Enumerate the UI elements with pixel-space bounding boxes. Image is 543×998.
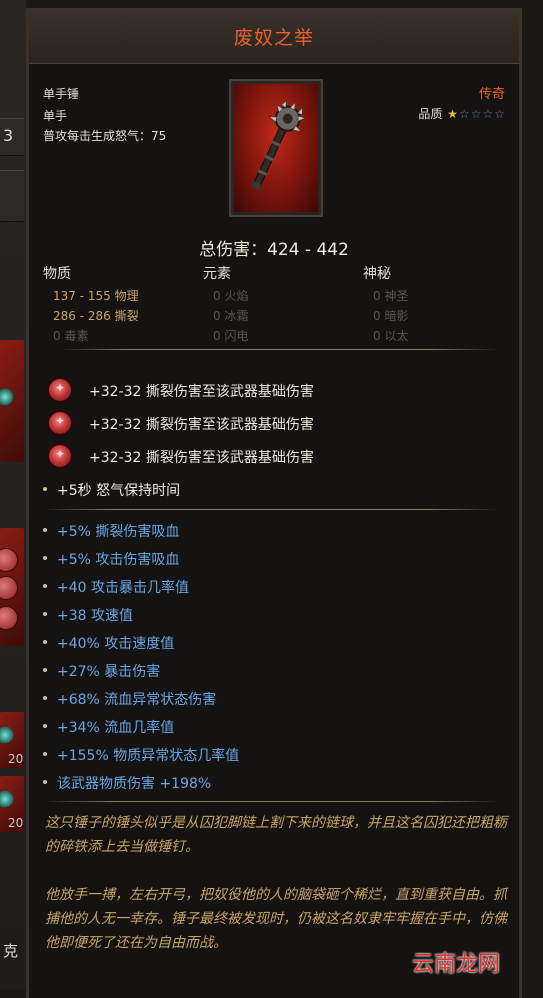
affix-line: 该武器物质伤害 +198% [57,776,212,792]
lore-paragraph-2: 他放手一搏，左右开弓，把奴役他的人的脑袋砸个稀烂，直到重获自由。抓捕他的人无一幸… [45,887,507,951]
damage-frost-row: 0 冰霜 [213,307,248,324]
star-empty-icon: ☆ [458,107,470,121]
damage-label: 毒素 [64,329,89,343]
damage-label: 神圣 [384,289,409,303]
damage-value: 0 [213,309,221,323]
bullet-icon [43,640,47,644]
damage-label: 冰霜 [224,309,249,323]
item-handedness: 单手 [43,109,68,123]
rage-generation: 普攻每击生成怒气：75 [43,129,167,143]
affix-line: +68% 流血异常状态伤害 [57,692,217,708]
affix-line: +34% 流血几率值 [57,720,175,736]
star-empty-icon: ☆ [470,107,482,121]
damage-header-physical: 物质 [43,266,71,282]
damage-label: 撕裂 [114,309,139,323]
inventory-slot[interactable] [0,170,24,222]
damage-value: 0 [213,289,221,303]
rage-duration-bonus: +5秒 怒气保持时间 [57,483,181,499]
item-quality: 品质 ★☆☆☆☆ [418,105,505,122]
total-damage: 总伤害：424 - 442 [199,240,349,260]
divider [43,509,499,510]
ruby-gem-icon [47,377,73,403]
damage-value: 286 - 286 [53,309,111,323]
damage-label: 闪电 [224,329,249,343]
damage-shadow-row: 0 暗影 [373,307,408,324]
bullet-icon [43,487,47,491]
slot-count: 3 [3,126,14,145]
bullet-icon [43,752,47,756]
damage-holy-row: 0 神圣 [373,287,408,304]
damage-physical-row: 137 - 155 物理 [53,287,139,304]
damage-header-arcane: 神秘 [363,266,391,282]
quality-label: 品质 [418,107,443,121]
affix-line: +40% 攻击速度值 [57,636,175,652]
lore-paragraph-1: 这只锤子的锤头似乎是从囚犯脚链上割下来的链球，并且这名囚犯还把粗粝的碎铁添上去当… [45,815,507,855]
affix-line: +27% 暴击伤害 [57,664,161,680]
bullet-icon [43,696,47,700]
gem-effect: +32-32 撕裂伤害至该武器基础伤害 [89,417,314,433]
affix-line: +38 攻速值 [57,608,133,624]
bullet-icon [43,668,47,672]
bullet-icon [43,724,47,728]
weapon-image-frame [229,79,323,217]
item-tooltip: 废奴之举 单手锤 单手 普攻每击生成怒气：75 传奇 品质 ★☆☆☆☆ 总伤害：… [26,8,522,998]
gem-effect: +32-32 撕裂伤害至该武器基础伤害 [89,384,314,400]
quality-stars: ★☆☆☆☆ [446,107,505,121]
damage-aether-row: 0 以太 [373,327,408,344]
star-filled-icon: ★ [447,107,458,121]
ruby-gem-icon [47,443,73,469]
item-title: 废奴之举 [233,27,314,49]
bullet-icon [43,612,47,616]
damage-label: 暗影 [384,309,409,323]
affix-line: +40 攻击暴击几率值 [57,580,189,596]
divider [43,801,499,802]
mace-icon [251,99,306,190]
slot-level: 20 [8,752,24,766]
star-empty-icon: ☆ [494,107,505,121]
damage-value: 137 - 155 [53,289,111,303]
bullet-icon [43,780,47,784]
watermark: 云南龙网 [412,952,501,977]
damage-label: 物理 [114,289,139,303]
star-empty-icon: ☆ [482,107,494,121]
bullet-icon [43,584,47,588]
divider [59,349,499,350]
bullet-icon [43,528,47,532]
damage-value: 0 [213,329,221,343]
slot-level: 20 [8,816,24,830]
damage-label: 火焰 [224,289,249,303]
damage-value: 0 [373,329,381,343]
item-type: 单手锤 [43,87,80,101]
weapon-image [234,84,318,212]
damage-value: 0 [373,309,381,323]
gem-effect: +32-32 撕裂伤害至该武器基础伤害 [89,450,314,466]
item-rarity: 传奇 [478,87,505,102]
affix-line: +5% 撕裂伤害吸血 [57,524,180,540]
damage-fire-row: 0 火焰 [213,287,248,304]
ruby-gem-icon [47,410,73,436]
damage-poison-row: 0 毒素 [53,327,88,344]
damage-header-elemental: 元素 [203,266,231,282]
background-text: 克 [3,942,19,960]
affix-line: +155% 物质异常状态几率值 [57,748,240,764]
background-inventory-strip: 3 20 20 克 [0,0,26,990]
affix-line: +5% 攻击伤害吸血 [57,552,180,568]
damage-tear-row: 286 - 286 撕裂 [53,307,139,324]
damage-label: 以太 [384,329,409,343]
damage-value: 0 [373,289,381,303]
bullet-icon [43,556,47,560]
damage-value: 0 [53,329,61,343]
tooltip-header: 废奴之举 [29,11,519,64]
damage-lightning-row: 0 闪电 [213,327,248,344]
